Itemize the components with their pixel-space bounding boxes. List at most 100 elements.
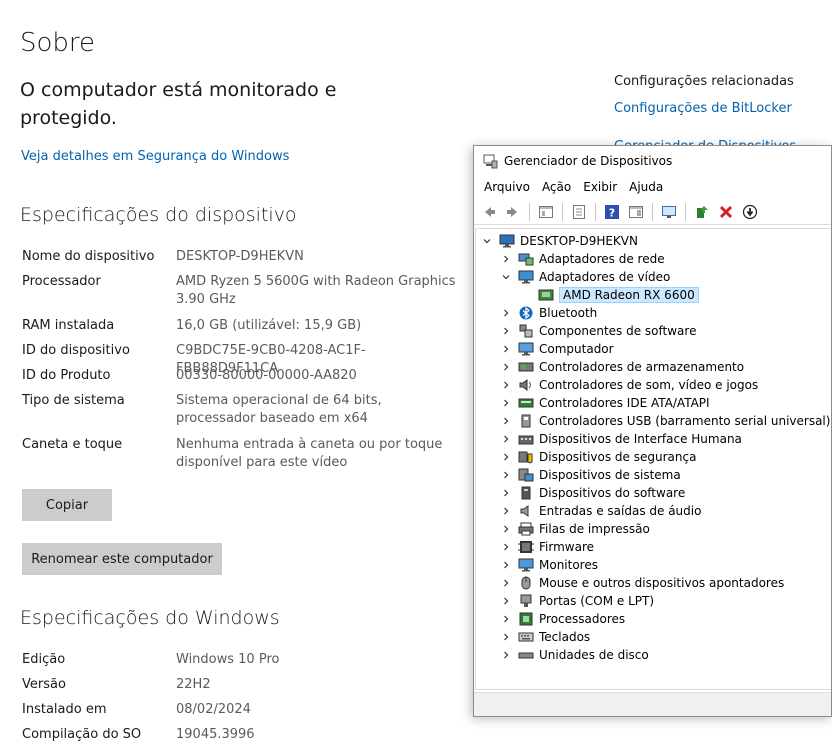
menu-view[interactable]: Exibir — [577, 180, 623, 194]
tree-category-row[interactable]: Unidades de disco — [500, 646, 649, 664]
menu-help[interactable]: Ajuda — [623, 180, 669, 194]
action-pane-icon[interactable] — [625, 201, 647, 223]
chevron-right-icon[interactable] — [500, 469, 512, 481]
chevron-right-icon[interactable] — [500, 361, 512, 373]
monitor-scan-icon[interactable] — [658, 201, 680, 223]
toolbar-separator — [652, 202, 653, 221]
chevron-right-icon[interactable] — [500, 433, 512, 445]
show-hide-tree-icon[interactable] — [535, 201, 557, 223]
chevron-right-icon[interactable] — [500, 415, 512, 427]
chevron-right-icon[interactable] — [500, 613, 512, 625]
tree-category-row[interactable]: Computador — [500, 340, 614, 358]
print-queue-icon — [518, 522, 534, 536]
update-driver-icon[interactable] — [691, 201, 713, 223]
toolbar-separator — [595, 202, 596, 221]
chevron-right-icon[interactable] — [500, 523, 512, 535]
tree-category-row[interactable]: Adaptadores de rede — [500, 250, 665, 268]
related-settings-title: Configurações relacionadas — [614, 74, 794, 89]
chevron-right-icon[interactable] — [500, 253, 512, 265]
firmware-icon — [518, 540, 534, 554]
help-icon[interactable]: ? — [601, 201, 623, 223]
tree-category-row[interactable]: Portas (COM e LPT) — [500, 592, 654, 610]
spec-label-device-name: Nome do dispositivo — [22, 249, 155, 264]
tree-category-row[interactable]: Dispositivos de sistema — [500, 466, 681, 484]
software-component-icon — [518, 324, 534, 338]
chevron-right-icon[interactable] — [500, 649, 512, 661]
chevron-right-icon[interactable] — [500, 631, 512, 643]
spec-label-system-type: Tipo de sistema — [22, 393, 125, 408]
windows-security-link[interactable]: Veja detalhes em Segurança do Windows — [21, 149, 289, 164]
chevron-right-icon[interactable] — [500, 379, 512, 391]
spec-label-version: Versão — [22, 677, 66, 692]
rename-computer-button[interactable]: Renomear este computador — [22, 543, 222, 575]
tree-device-row[interactable]: AMD Radeon RX 6600 — [538, 286, 699, 304]
tree-category-row[interactable]: Dispositivos de segurança — [500, 448, 696, 466]
spec-label-processor: Processador — [22, 274, 101, 289]
tree-category-row[interactable]: Controladores de armazenamento — [500, 358, 744, 376]
disable-device-icon[interactable] — [739, 201, 761, 223]
computer-icon — [499, 234, 515, 248]
tree-category-row[interactable]: Monitores — [500, 556, 598, 574]
audio-io-icon — [518, 504, 534, 518]
toolbar-separator — [562, 202, 563, 221]
tree-category-row[interactable]: Adaptadores de vídeo — [500, 268, 670, 286]
tree-category-row[interactable]: Controladores USB (barramento serial uni… — [500, 412, 830, 430]
device-manager-window: Gerenciador de Dispositivos Arquivo Ação… — [473, 145, 832, 717]
spec-value-product-id: 00330-80000-00000-AA820 — [176, 368, 357, 383]
forward-arrow-icon[interactable] — [502, 201, 524, 223]
windows-specs-title: Especificações do Windows — [20, 607, 280, 629]
tree-category-label: Controladores de som, vídeo e jogos — [539, 378, 759, 392]
device-manager-titlebar[interactable]: Gerenciador de Dispositivos — [474, 146, 831, 176]
tree-category-label: Portas (COM e LPT) — [539, 594, 655, 608]
tree-category-row[interactable]: Dispositivos do software — [500, 484, 685, 502]
keyboard-icon — [518, 630, 534, 644]
toolbar: ? — [474, 199, 831, 225]
tree-category-row[interactable]: Controladores de som, vídeo e jogos — [500, 376, 758, 394]
status-bar — [474, 692, 831, 716]
software-device-icon — [518, 486, 534, 500]
back-arrow-icon[interactable] — [478, 201, 500, 223]
bitlocker-settings-link[interactable]: Configurações de BitLocker — [614, 101, 792, 116]
tree-category-row[interactable]: Controladores IDE ATA/ATAPI — [500, 394, 710, 412]
security-device-icon — [518, 450, 534, 464]
menu-file[interactable]: Arquivo — [478, 180, 536, 194]
chevron-right-icon[interactable] — [500, 595, 512, 607]
chevron-right-icon[interactable] — [500, 307, 512, 319]
chevron-right-icon[interactable] — [500, 541, 512, 553]
tree-category-label: Dispositivos do software — [539, 486, 686, 500]
properties-icon[interactable] — [568, 201, 590, 223]
storage-controller-icon — [518, 360, 534, 374]
chevron-right-icon[interactable] — [500, 325, 512, 337]
menu-action[interactable]: Ação — [536, 180, 577, 194]
chevron-right-icon[interactable] — [500, 577, 512, 589]
chevron-right-icon[interactable] — [500, 397, 512, 409]
tree-category-row[interactable]: Dispositivos de Interface Humana — [500, 430, 742, 448]
tree-category-row[interactable]: Componentes de software — [500, 322, 696, 340]
tree-category-label: Processadores — [539, 612, 626, 626]
tree-root[interactable]: DESKTOP-D9HEKVN — [481, 232, 638, 250]
tree-category-label: Controladores IDE ATA/ATAPI — [539, 396, 710, 410]
tree-category-label: Filas de impressão — [539, 522, 650, 536]
chevron-right-icon[interactable] — [500, 505, 512, 517]
uninstall-x-icon[interactable] — [715, 201, 737, 223]
toolbar-separator — [529, 202, 530, 221]
tree-category-row[interactable]: Bluetooth — [500, 304, 597, 322]
chevron-right-icon[interactable] — [500, 559, 512, 571]
tree-category-label: Adaptadores de rede — [539, 252, 665, 266]
tree-category-row[interactable]: Mouse e outros dispositivos apontadores — [500, 574, 784, 592]
chevron-right-icon[interactable] — [500, 451, 512, 463]
chevron-down-icon[interactable] — [500, 271, 512, 283]
monitor-icon — [518, 558, 534, 572]
disk-drive-icon — [518, 648, 534, 662]
chevron-right-icon[interactable] — [500, 343, 512, 355]
usb-icon — [518, 414, 534, 428]
tree-category-row[interactable]: Teclados — [500, 628, 590, 646]
chevron-down-icon[interactable] — [481, 235, 493, 247]
protection-status-text: O computador está monitorado e protegido… — [20, 79, 337, 129]
tree-category-row[interactable]: Firmware — [500, 538, 594, 556]
chevron-right-icon[interactable] — [500, 487, 512, 499]
tree-category-row[interactable]: Processadores — [500, 610, 625, 628]
tree-category-row[interactable]: Filas de impressão — [500, 520, 650, 538]
tree-category-row[interactable]: Entradas e saídas de áudio — [500, 502, 701, 520]
copy-button[interactable]: Copiar — [22, 489, 112, 521]
